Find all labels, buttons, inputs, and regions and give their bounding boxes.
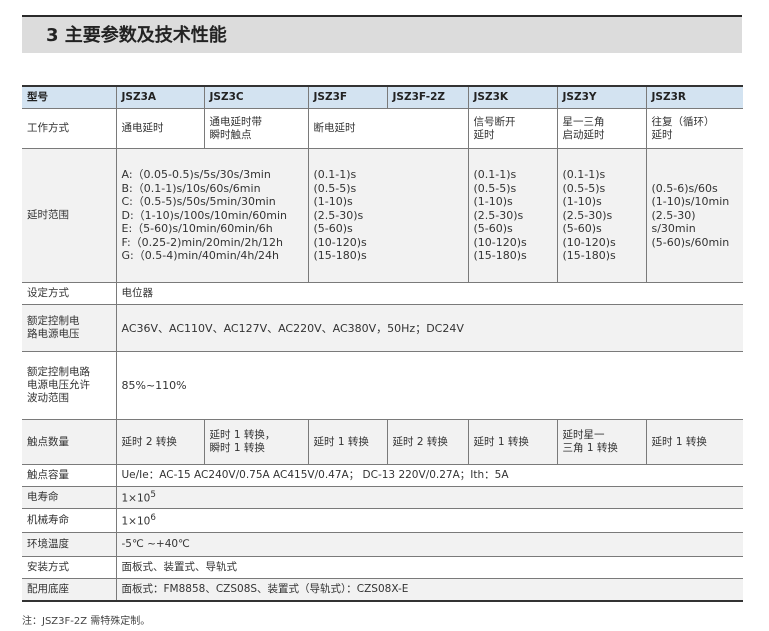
row-fluctuation: 额定控制电路 电源电压允许 波动范围 85%~110% xyxy=(22,351,743,420)
row-label-fluctuation: 额定控制电路 电源电压允许 波动范围 xyxy=(22,351,117,420)
parameters-table: 型号 JSZ3A JSZ3C JSZ3F JSZ3F-2Z JSZ3K JSZ3… xyxy=(22,85,743,602)
cell-contacts-jsz3r: 延时 1 转换 xyxy=(645,419,743,465)
elec-life-base: 1×10 xyxy=(121,492,151,505)
row-label-work-mode: 工作方式 xyxy=(22,108,117,149)
row-label-mech-life: 机械寿命 xyxy=(22,508,117,533)
cell-contacts-jsz3k: 延时 1 转换 xyxy=(467,419,558,465)
row-socket: 配用底座 面板式：FM8858、CZS08S、装置式（导轨式）：CZS08X-E xyxy=(22,578,743,601)
cell-work-mode-jsz3k: 信号断开 延时 xyxy=(467,108,558,149)
row-setting: 设定方式 电位器 xyxy=(22,282,743,305)
row-mech-life: 机械寿命 1×106 xyxy=(22,508,743,533)
header-model-jsz3c: JSZ3C xyxy=(203,85,309,109)
header-model-jsz3f: JSZ3F xyxy=(307,85,388,109)
row-mounting: 安装方式 面板式、装置式、导轨式 xyxy=(22,556,743,579)
cell-contacts-jsz3f-2z: 延时 2 转换 xyxy=(386,419,469,465)
cell-setting: 电位器 xyxy=(115,282,743,305)
cell-delay-range-jsz3a: A:（0.05-0.5)s/5s/30s/3min B:（0.1-1)s/10s… xyxy=(115,148,309,283)
cell-work-mode-jsz3c: 通电延时带 瞬时触点 xyxy=(203,108,309,149)
header-model-jsz3f-2z: JSZ3F-2Z xyxy=(386,85,469,109)
section-title: 3 主要参数及技术性能 xyxy=(46,25,227,46)
header-model-jsz3k: JSZ3K xyxy=(467,85,558,109)
row-label-socket: 配用底座 xyxy=(22,578,117,601)
mech-life-base: 1×10 xyxy=(121,515,151,528)
cell-mech-life: 1×106 xyxy=(115,508,743,533)
row-contacts: 触点数量 延时 2 转换 延时 1 转换， 瞬时 1 转换 延时 1 转换 延时… xyxy=(22,419,743,465)
cell-contacts-jsz3y: 延时星一 三角 1 转换 xyxy=(556,419,647,465)
cell-mounting: 面板式、装置式、导轨式 xyxy=(115,556,743,579)
row-label-elec-life: 电寿命 xyxy=(22,486,117,509)
row-label-capacity: 触点容量 xyxy=(22,464,117,487)
row-label-contacts: 触点数量 xyxy=(22,419,117,465)
cell-elec-life: 1×105 xyxy=(115,486,743,509)
row-elec-life: 电寿命 1×105 xyxy=(22,486,743,509)
cell-delay-range-jsz3r: (0.5-6)s/60s (1-10)s/10min (2.5-30) s/30… xyxy=(645,148,743,283)
row-delay-range: 延时范围 A:（0.05-0.5)s/5s/30s/3min B:（0.1-1)… xyxy=(22,148,743,283)
header-model-jsz3r: JSZ3R xyxy=(645,85,743,109)
section-header-bar: 3 主要参数及技术性能 xyxy=(22,15,742,53)
header-row: 型号 JSZ3A JSZ3C JSZ3F JSZ3F-2Z JSZ3K JSZ3… xyxy=(22,85,743,109)
row-label-mounting: 安装方式 xyxy=(22,556,117,579)
header-model-jsz3a: JSZ3A xyxy=(115,85,205,109)
header-model-label: 型号 xyxy=(22,85,117,109)
cell-work-mode-jsz3r: 往复（循环） 延时 xyxy=(645,108,743,149)
cell-contacts-jsz3a: 延时 2 转换 xyxy=(115,419,205,465)
footnote: 注：JSZ3F-2Z 需特殊定制。 xyxy=(22,616,151,627)
row-capacity: 触点容量 Ue/Ie：AC-15 AC240V/0.75A AC415V/0.4… xyxy=(22,464,743,487)
cell-fluctuation: 85%~110% xyxy=(115,351,743,420)
cell-delay-range-jsz3y: (0.1-1)s (0.5-5)s (1-10)s (2.5-30)s (5-6… xyxy=(556,148,647,283)
elec-life-exponent: 5 xyxy=(150,490,156,501)
row-temperature: 环境温度 -5℃ ~+40℃ xyxy=(22,532,743,557)
cell-work-mode-jsz3f: 断电延时 xyxy=(307,108,469,149)
row-label-voltage: 额定控制电 路电源电压 xyxy=(22,304,117,352)
cell-temperature: -5℃ ~+40℃ xyxy=(115,532,743,557)
cell-work-mode-jsz3a: 通电延时 xyxy=(115,108,205,149)
cell-capacity: Ue/Ie：AC-15 AC240V/0.75A AC415V/0.47A； D… xyxy=(115,464,743,487)
cell-socket: 面板式：FM8858、CZS08S、装置式（导轨式）：CZS08X-E xyxy=(115,578,743,601)
row-label-temperature: 环境温度 xyxy=(22,532,117,557)
cell-delay-range-jsz3k: (0.1-1)s (0.5-5)s (1-10)s (2.5-30)s (5-6… xyxy=(467,148,558,283)
row-label-delay-range: 延时范围 xyxy=(22,148,117,283)
cell-contacts-jsz3c: 延时 1 转换， 瞬时 1 转换 xyxy=(203,419,309,465)
mech-life-exponent: 6 xyxy=(150,513,156,524)
row-label-setting: 设定方式 xyxy=(22,282,117,305)
row-work-mode: 工作方式 通电延时 通电延时带 瞬时触点 断电延时 信号断开 延时 星一三角 启… xyxy=(22,108,743,149)
cell-work-mode-jsz3y: 星一三角 启动延时 xyxy=(556,108,647,149)
cell-voltage: AC36V、AC110V、AC127V、AC220V、AC380V，50Hz；D… xyxy=(115,304,743,352)
cell-delay-range-jsz3f: (0.1-1)s (0.5-5)s (1-10)s (2.5-30)s (5-6… xyxy=(307,148,469,283)
cell-contacts-jsz3f: 延时 1 转换 xyxy=(307,419,388,465)
header-model-jsz3y: JSZ3Y xyxy=(556,85,647,109)
row-voltage: 额定控制电 路电源电压 AC36V、AC110V、AC127V、AC220V、A… xyxy=(22,304,743,352)
